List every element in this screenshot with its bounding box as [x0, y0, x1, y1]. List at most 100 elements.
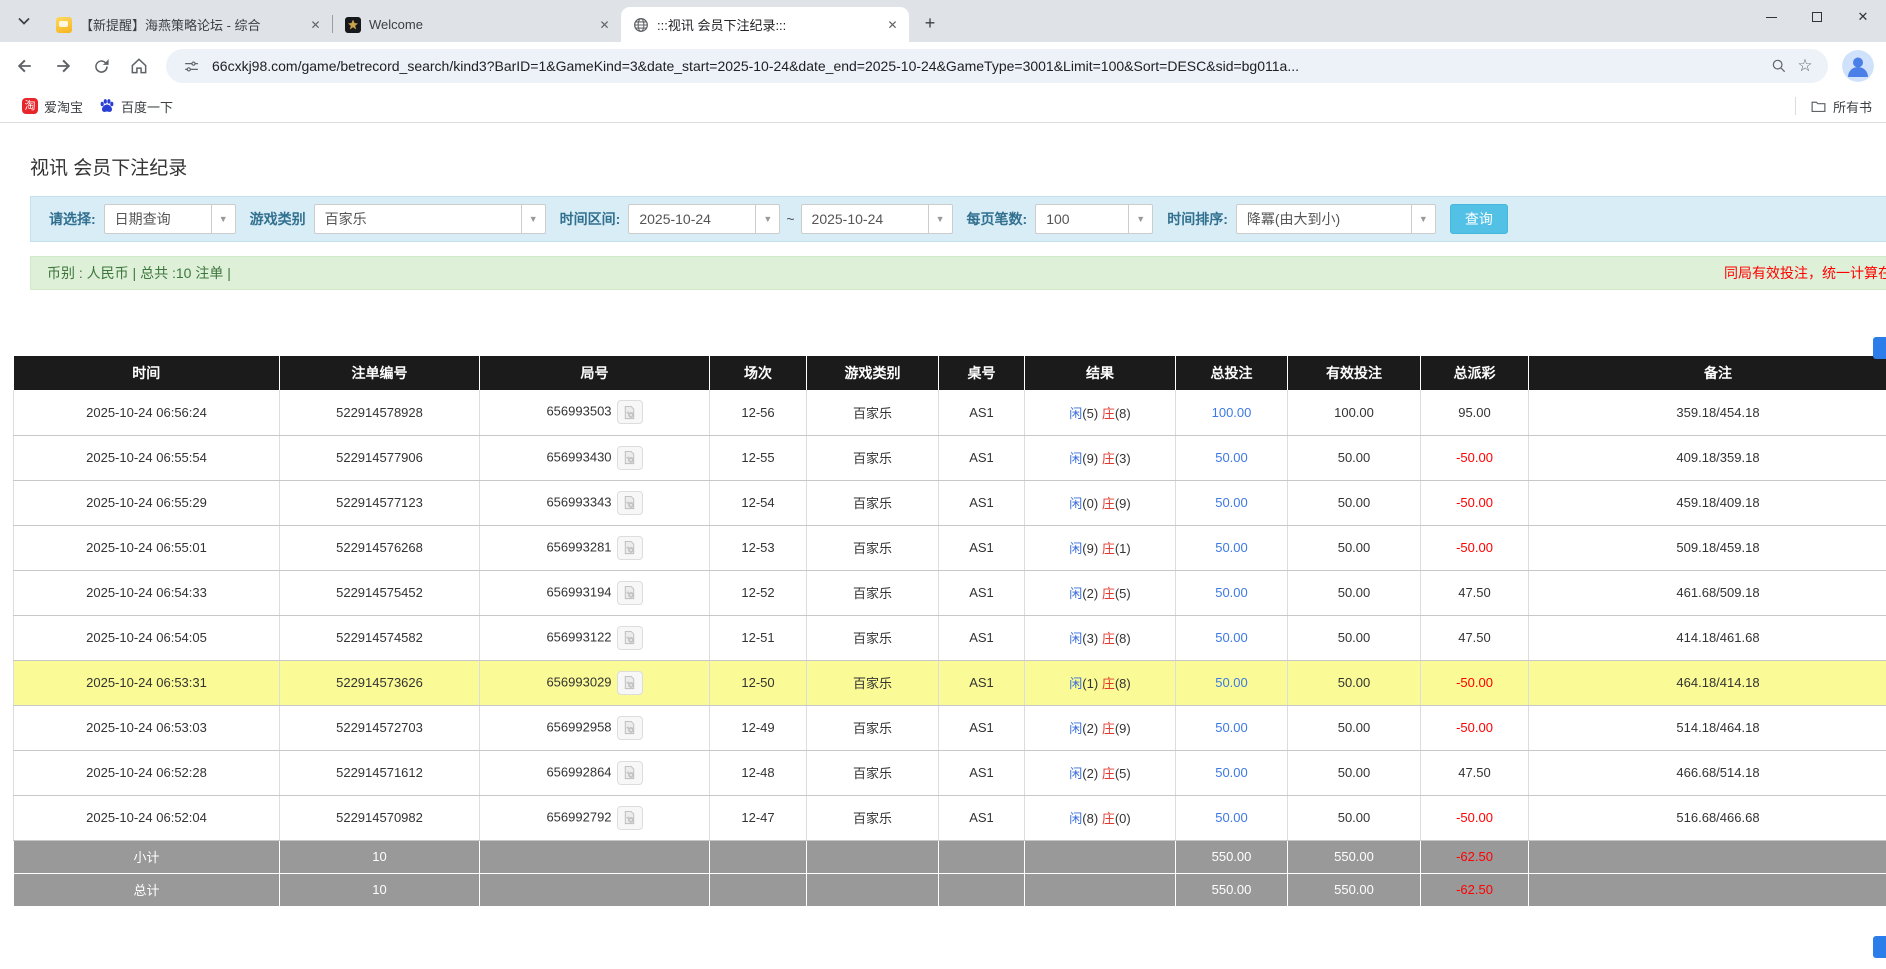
tab-close-icon[interactable]: ✕ — [884, 16, 901, 33]
cell-time: 2025-10-24 06:52:28 — [14, 750, 280, 795]
total-bet-link[interactable]: 50.00 — [1215, 495, 1248, 510]
total-bet-link[interactable]: 50.00 — [1215, 540, 1248, 555]
browser-tab-3-active[interactable]: :::视讯 会员下注纪录::: ✕ — [621, 7, 909, 42]
total-bet-link[interactable]: 100.00 — [1212, 405, 1252, 420]
total-bet-link[interactable]: 50.00 — [1215, 630, 1248, 645]
forward-button[interactable] — [46, 49, 80, 83]
url-text[interactable]: 66cxkj98.com/game/betrecord_search/kind3… — [212, 58, 1766, 74]
reload-button[interactable] — [84, 49, 118, 83]
cell-total-bet: 50.00 — [1176, 615, 1288, 660]
video-replay-button[interactable] — [617, 671, 643, 695]
video-replay-button[interactable] — [617, 581, 643, 605]
date-end-select[interactable]: 2025-10-24 ▼ — [801, 204, 953, 234]
per-page-select[interactable]: 100 ▼ — [1035, 204, 1153, 234]
browser-tab-1[interactable]: 【新提醒】海燕策略论坛 - 综合 ✕ — [44, 7, 332, 42]
back-button[interactable] — [8, 49, 42, 83]
zoom-button[interactable] — [1766, 53, 1792, 79]
video-replay-button[interactable] — [617, 806, 643, 830]
cell-valid-bet: 50.00 — [1288, 705, 1421, 750]
bookmarks-bar: 淘 爱淘宝 百度一下 所有书 — [0, 90, 1886, 123]
cell-remark: 459.18/409.18 — [1529, 480, 1886, 525]
bookmark-star-icon[interactable]: ☆ — [1792, 53, 1818, 79]
cell-result: 闲(5) 庄(8) — [1025, 390, 1176, 435]
footer-label: 总计 — [14, 873, 280, 906]
home-button[interactable] — [122, 49, 156, 83]
tab-title: 【新提醒】海燕策略论坛 - 综合 — [80, 15, 299, 34]
sort-label: 时间排序: — [1167, 209, 1228, 229]
cell-table-no: AS1 — [939, 525, 1025, 570]
game-type-select[interactable]: 百家乐 ▼ — [314, 204, 546, 234]
folder-icon — [1810, 98, 1827, 115]
chevron-down-icon: ▼ — [521, 205, 545, 233]
footer-count: 10 — [280, 873, 480, 906]
video-replay-button[interactable] — [617, 446, 643, 470]
new-tab-button[interactable]: + — [917, 10, 943, 36]
video-replay-button[interactable] — [617, 716, 643, 740]
tune-icon — [183, 58, 200, 75]
cell-round: 656993430 — [480, 435, 710, 480]
maximize-button[interactable] — [1794, 0, 1840, 34]
date-tilde: ~ — [786, 211, 794, 227]
floating-edge-button-bottom[interactable] — [1873, 936, 1886, 958]
cell-game-type: 百家乐 — [807, 660, 939, 705]
search-button[interactable]: 查询 — [1450, 204, 1508, 234]
video-replay-button[interactable] — [617, 536, 643, 560]
video-replay-button[interactable] — [617, 491, 643, 515]
cell-remark: 509.18/459.18 — [1529, 525, 1886, 570]
all-bookmarks[interactable]: 所有书 — [1795, 97, 1872, 116]
date-start-select[interactable]: 2025-10-24 ▼ — [628, 204, 780, 234]
chevron-down-icon: ▼ — [928, 205, 952, 233]
cell-session: 12-52 — [710, 570, 807, 615]
cell-table-no: AS1 — [939, 435, 1025, 480]
cell-total-bet: 50.00 — [1176, 435, 1288, 480]
footer-valid-bet: 550.00 — [1288, 840, 1421, 873]
sort-select[interactable]: 降冪(由大到小) ▼ — [1236, 204, 1436, 234]
total-bet-link[interactable]: 50.00 — [1215, 810, 1248, 825]
footer-empty-cell — [1025, 873, 1176, 906]
welcome-favicon-icon — [345, 17, 361, 33]
address-bar[interactable]: 66cxkj98.com/game/betrecord_search/kind3… — [166, 49, 1828, 83]
profile-avatar[interactable] — [1842, 50, 1874, 82]
cell-bet-id: 522914578928 — [280, 390, 480, 435]
footer-empty-cell — [1529, 840, 1886, 873]
tab-close-icon[interactable]: ✕ — [596, 16, 613, 33]
minimize-button[interactable] — [1748, 0, 1794, 34]
query-type-select[interactable]: 日期查询 ▼ — [104, 204, 236, 234]
film-icon — [622, 540, 637, 555]
total-bet-link[interactable]: 50.00 — [1215, 450, 1248, 465]
cell-table-no: AS1 — [939, 705, 1025, 750]
cell-payout: 47.50 — [1421, 615, 1529, 660]
total-bet-link[interactable]: 50.00 — [1215, 720, 1248, 735]
all-bookmarks-label: 所有书 — [1833, 97, 1872, 116]
valid-bet-notice: 同局有效投注，统一计算在该局第一张注单内 — [1724, 263, 1886, 283]
video-replay-button[interactable] — [617, 761, 643, 785]
magnifier-icon — [1771, 58, 1787, 74]
tab-search-button[interactable] — [10, 7, 38, 35]
cell-total-bet: 50.00 — [1176, 570, 1288, 615]
video-replay-button[interactable] — [617, 626, 643, 650]
cell-remark: 466.68/514.18 — [1529, 750, 1886, 795]
cell-bet-id: 522914577906 — [280, 435, 480, 480]
game-type-label: 游戏类别 — [250, 209, 306, 229]
column-header: 备注 — [1529, 356, 1886, 390]
round-id: 656993122 — [546, 629, 611, 644]
total-bet-link[interactable]: 50.00 — [1215, 585, 1248, 600]
round-id: 656993029 — [546, 674, 611, 689]
taobao-icon: 淘 — [22, 98, 38, 114]
window-controls: ✕ — [1748, 0, 1886, 34]
site-settings-button[interactable] — [178, 53, 204, 79]
total-bet-link[interactable]: 50.00 — [1215, 765, 1248, 780]
avatar-icon — [1842, 50, 1874, 82]
tab-close-icon[interactable]: ✕ — [307, 16, 324, 33]
column-header: 桌号 — [939, 356, 1025, 390]
video-replay-button[interactable] — [617, 400, 643, 424]
cell-total-bet: 50.00 — [1176, 795, 1288, 840]
browser-tab-2[interactable]: Welcome ✕ — [333, 7, 621, 42]
close-window-button[interactable]: ✕ — [1840, 0, 1886, 34]
bookmark-baidu[interactable]: 百度一下 — [91, 93, 181, 120]
cell-bet-id: 522914573626 — [280, 660, 480, 705]
cell-game-type: 百家乐 — [807, 570, 939, 615]
floating-edge-button-top[interactable] — [1873, 337, 1886, 359]
total-bet-link[interactable]: 50.00 — [1215, 675, 1248, 690]
bookmark-taobao[interactable]: 淘 爱淘宝 — [14, 93, 91, 120]
